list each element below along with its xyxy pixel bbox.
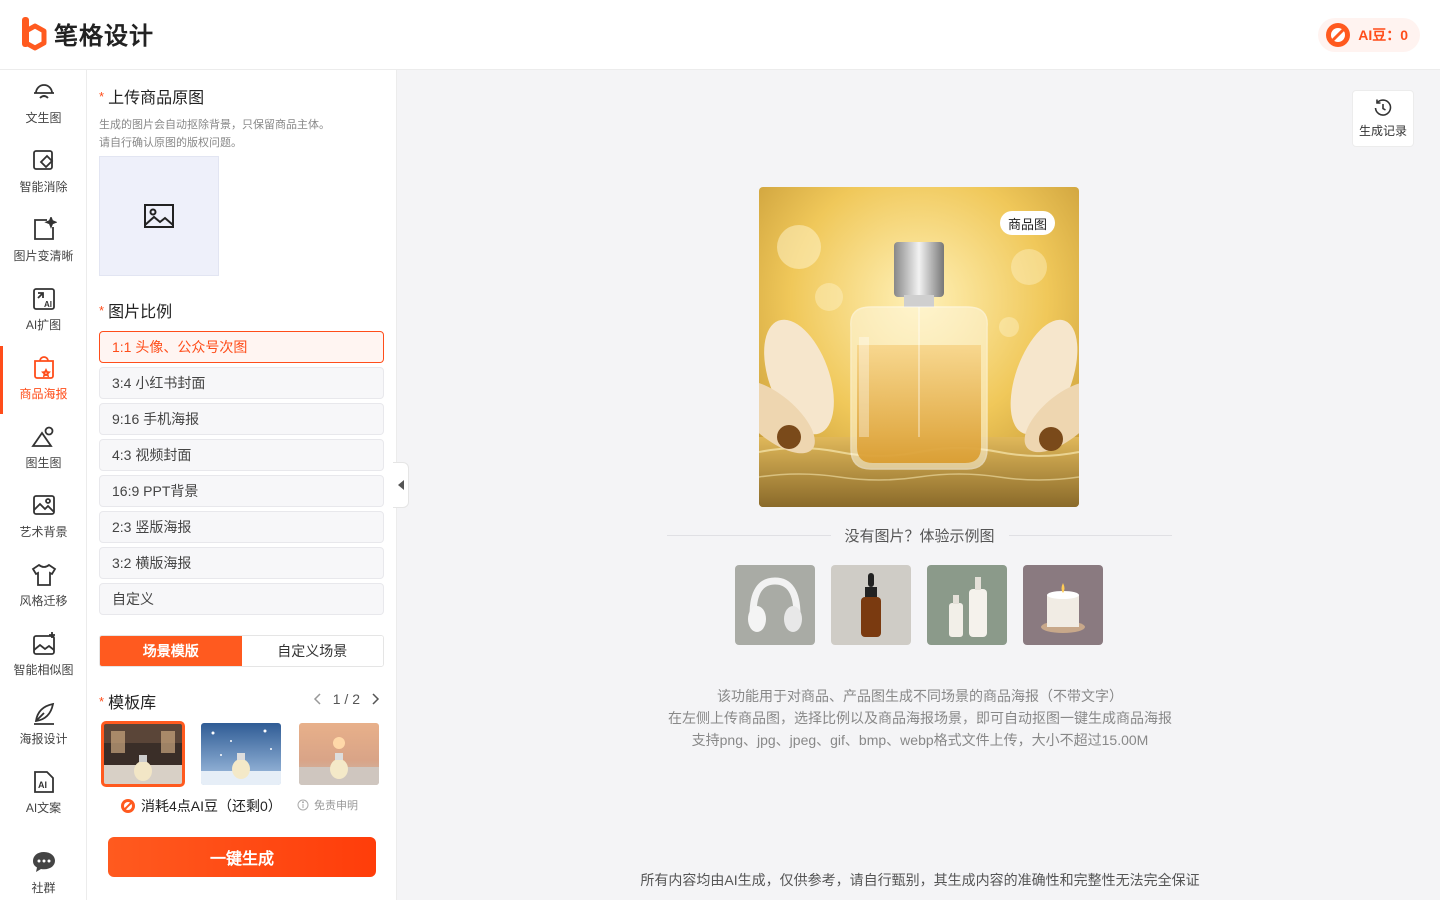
- ratio-list: 1:1 头像、公众号次图 3:4 小红书封面 9:16 手机海报 4:3 视频封…: [99, 331, 384, 619]
- sample-image-dropper-bottle[interactable]: [831, 565, 911, 645]
- ai-copywriting-icon: AI: [33, 770, 54, 793]
- collapse-panel-toggle[interactable]: [393, 462, 409, 508]
- template-thumb-interior[interactable]: [101, 721, 185, 787]
- ai-disclaimer-footer: 所有内容均由AI生成，仅供参考，请自行甄别，其生成内容的准确性和完整性无法完全保…: [640, 872, 1200, 888]
- template-list: [101, 721, 379, 787]
- top-header: 笔格设计 AI豆：0: [0, 0, 1440, 70]
- poster-design-icon: [33, 702, 54, 725]
- left-nav: 文生图 智能消除 图片变清晰 AI AI扩图 商品海报 图生图 艺术背景 风格迁…: [0, 70, 87, 900]
- template-thumb-sunset[interactable]: [299, 723, 379, 785]
- scene-tabs: 场景模版 自定义场景: [99, 635, 384, 667]
- next-page-icon[interactable]: [368, 692, 382, 706]
- ratio-section-title: * 图片比例: [99, 303, 173, 321]
- nav-item-art-background[interactable]: 艺术背景: [0, 484, 87, 548]
- history-icon: [1374, 99, 1392, 116]
- sample-images: [735, 565, 1103, 645]
- ratio-option-4-3[interactable]: 4:3 视频封面: [99, 439, 384, 471]
- nav-item-ai-copywriting[interactable]: AI AI文案: [0, 760, 87, 824]
- divider: [1008, 534, 1173, 536]
- cost-info: 消耗4点AI豆（还剩0）: [120, 796, 282, 816]
- settings-panel: * 上传商品原图 生成的图片会自动抠除背景，只保留商品主体。 请自行确认原图的版权…: [87, 70, 397, 900]
- product-preview-image: 商品图: [759, 187, 1079, 507]
- ai-beans-badge[interactable]: AI豆：0: [1318, 18, 1420, 52]
- community-icon: [32, 851, 55, 872]
- cost-text: 消耗4点AI豆（还剩0）: [141, 798, 282, 814]
- divider: [667, 534, 831, 536]
- nav-item-poster-design[interactable]: 海报设计: [0, 691, 87, 755]
- expand-icon: AI: [32, 287, 55, 310]
- tab-scene-template[interactable]: 场景模版: [100, 636, 242, 666]
- art-background-icon: [32, 494, 55, 515]
- nav-item-eraser[interactable]: 智能消除: [0, 139, 87, 203]
- feature-description: 该功能用于对商品、产品图生成不同场景的商品海报（不带文字） 在左侧上传商品图，选…: [668, 688, 1172, 748]
- similar-image-icon: [32, 631, 55, 655]
- template-thumb-snow[interactable]: [201, 723, 281, 785]
- nav-item-sharpen[interactable]: 图片变清晰: [0, 208, 87, 272]
- text-to-image-icon: [33, 83, 54, 99]
- product-poster-icon: [33, 355, 54, 379]
- template-section-title: * 模板库: [99, 694, 157, 712]
- ratio-option-9-16[interactable]: 9:16 手机海报: [99, 403, 384, 435]
- nav-item-similar-image[interactable]: 智能相似图: [0, 622, 87, 686]
- nav-item-style-transfer[interactable]: 风格迁移: [0, 553, 87, 617]
- ai-bean-icon: [1326, 23, 1351, 47]
- nav-item-community[interactable]: 社群: [0, 840, 87, 900]
- nav-item-text-to-image[interactable]: 文生图: [0, 70, 87, 134]
- nav-item-ai-expand[interactable]: AI AI扩图: [0, 277, 87, 341]
- image-to-image-icon: [30, 426, 53, 447]
- ai-bean-icon: [121, 799, 135, 813]
- sample-image-cosmetic-bottles[interactable]: [927, 565, 1007, 645]
- sharpen-icon: [33, 216, 57, 240]
- image-upload-dropzone[interactable]: [99, 156, 219, 276]
- svg-text:AI: AI: [38, 780, 47, 790]
- disclaimer-link[interactable]: 免责申明: [297, 797, 358, 813]
- image-placeholder-icon: [144, 204, 174, 228]
- sample-image-candle[interactable]: [1023, 565, 1103, 645]
- nav-item-image-to-image[interactable]: 图生图: [0, 415, 87, 479]
- upload-section-title: * 上传商品原图: [99, 89, 205, 107]
- style-transfer-icon: [31, 563, 56, 586]
- sample-image-headphones[interactable]: [735, 565, 815, 645]
- logo-mark-icon: [22, 16, 47, 50]
- logo-text: 笔格设计: [54, 23, 154, 50]
- eraser-icon: [32, 149, 53, 170]
- logo[interactable]: 笔格设计: [22, 16, 154, 51]
- sample-section-title: 没有图片？体验示例图: [667, 525, 1173, 545]
- template-pager: 1 / 2: [311, 691, 382, 707]
- tab-custom-scene[interactable]: 自定义场景: [241, 636, 383, 666]
- ratio-option-1-1[interactable]: 1:1 头像、公众号次图: [99, 331, 384, 363]
- ratio-option-3-4[interactable]: 3:4 小红书封面: [99, 367, 384, 399]
- prev-page-icon[interactable]: [311, 692, 325, 706]
- ai-beans-label: AI豆：0: [1358, 27, 1408, 43]
- svg-text:AI: AI: [44, 300, 52, 309]
- caret-left-icon: [397, 480, 404, 490]
- ratio-option-custom[interactable]: 自定义: [99, 583, 384, 615]
- ratio-option-3-2[interactable]: 3:2 横版海报: [99, 547, 384, 579]
- ratio-option-2-3[interactable]: 2:3 竖版海报: [99, 511, 384, 543]
- generate-button[interactable]: 一键生成: [108, 837, 376, 877]
- upload-hint: 生成的图片会自动抠除背景，只保留商品主体。 请自行确认原图的版权问题。: [99, 119, 330, 149]
- page-indicator: 1 / 2: [332, 691, 360, 707]
- history-button[interactable]: 生成记录: [1352, 90, 1414, 147]
- product-image-tag: 商品图: [999, 211, 1055, 235]
- nav-item-product-poster[interactable]: 商品海报: [0, 346, 87, 414]
- info-icon: [297, 799, 309, 811]
- ratio-option-16-9[interactable]: 16:9 PPT背景: [99, 475, 384, 507]
